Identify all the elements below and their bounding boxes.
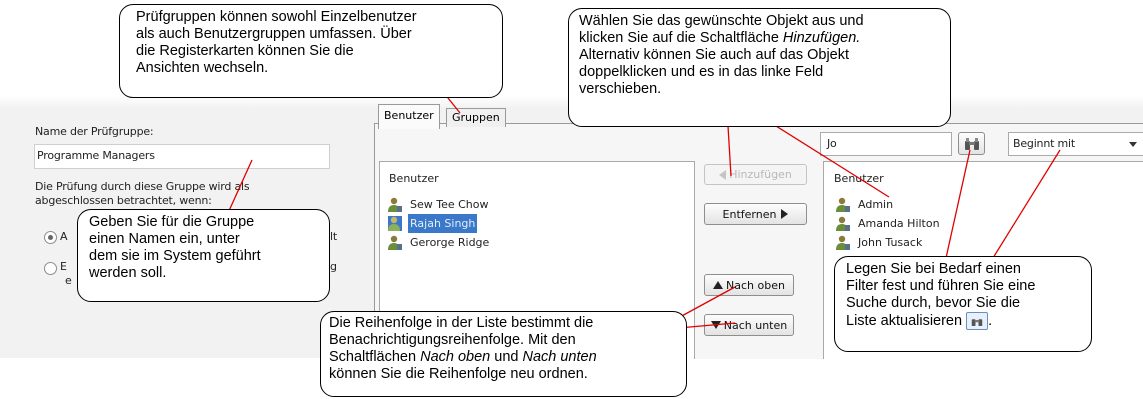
callout-select-object: Wählen Sie das gewünschte Objekt aus und… (568, 8, 951, 127)
callout-text: Die Reihenfolge in der Liste bestimmt di… (329, 315, 594, 331)
binoculars-icon (966, 312, 989, 330)
move-up-button[interactable]: Nach oben (704, 274, 794, 296)
callout-order: Die Reihenfolge in der Liste bestimmt di… (320, 311, 687, 397)
callout-text: als auch Benutzergruppen umfassen. Über (136, 26, 412, 42)
move-up-button-label: Nach oben (726, 278, 785, 292)
callout-group-name: Geben Sie für die Gruppe einen Namen ein… (77, 209, 330, 302)
callout-text: können Sie die Reihenfolge neu ordnen. (329, 366, 588, 382)
group-name-field[interactable]: Programme Managers (34, 144, 330, 169)
group-members-header: Benutzer (389, 172, 439, 185)
tab-gruppen[interactable]: Gruppen (446, 108, 506, 127)
group-name-value: Programme Managers (37, 149, 155, 162)
user-icon (388, 216, 402, 231)
add-button-label: Hinzufügen (729, 168, 792, 181)
callout-text-italic: Hinzufügen. (782, 30, 861, 46)
radio-any-label-line2-fragment: e (65, 274, 72, 287)
radio-all-label-fragment: A (60, 230, 68, 243)
callout-text: einen Namen ein, unter (89, 231, 240, 247)
add-button[interactable]: Hinzufügen (704, 164, 807, 185)
radio-any-label-fragment: E (60, 260, 67, 273)
callout-text: Filter fest und führen Sie eine (846, 278, 1036, 294)
callout-text: und (490, 349, 523, 365)
user-icon (836, 197, 850, 212)
radio-any-label-end: g (330, 260, 337, 273)
user-icon (836, 235, 850, 250)
callout-text: Schaltflächen (329, 349, 421, 365)
callout-text: Geben Sie für die Gruppe (89, 214, 255, 230)
binoculars-icon (964, 137, 979, 150)
arrow-up-icon (713, 281, 724, 289)
move-down-button[interactable]: Nach unten (704, 314, 794, 336)
search-button[interactable] (958, 132, 985, 155)
callout-filter: Legen Sie bei Bedarf einen Filter fest u… (834, 256, 1092, 352)
group-name-label: Name der Prüfgruppe: (35, 125, 154, 138)
callout-text: Legen Sie bei Bedarf einen (846, 261, 1021, 277)
filter-dropdown-value: Beginnt mit (1013, 137, 1075, 150)
user-name: Admin (858, 198, 894, 211)
callout-text: . (988, 312, 993, 329)
arrow-down-icon (710, 321, 721, 329)
user-icon (388, 197, 402, 212)
user-icon (388, 235, 402, 250)
callout-text: Ansichten wechseln. (136, 60, 269, 76)
completion-label-line2: abgeschlossen betrachtet, wenn: (35, 194, 212, 207)
search-input[interactable]: Jo (820, 132, 952, 156)
callout-text-italic: Nach oben (420, 349, 491, 365)
user-name: John Tusack (858, 236, 923, 249)
user-icon (836, 216, 850, 231)
search-input-value: Jo (827, 137, 837, 150)
callout-text: Prüfgruppen können sowohl Einzelbenutzer (136, 9, 417, 25)
user-name: Amanda Hilton (858, 217, 940, 230)
arrow-right-icon (781, 209, 789, 219)
callout-text: doppelklicken und es in das linke Feld (579, 64, 824, 80)
chevron-down-icon (1129, 142, 1137, 147)
callout-text: Alternativ können Sie auch auf das Objek… (579, 47, 850, 63)
completion-radio-any[interactable] (44, 262, 57, 275)
callout-text: klicken Sie auf die Schaltfläche (579, 30, 783, 46)
completion-radio-all[interactable] (44, 231, 57, 244)
radio-all-label-end: lt (330, 230, 337, 243)
user-name: Sew Tee Chow (410, 198, 489, 211)
tab-benutzer[interactable]: Benutzer (378, 104, 440, 129)
user-name: Rajah Singh (408, 214, 478, 233)
available-users-header: Benutzer (834, 172, 884, 185)
callout-text: Liste aktualisieren (846, 312, 963, 329)
move-down-button-label: Nach unten (723, 318, 788, 332)
callout-tabs: Prüfgruppen können sowohl Einzelbenutzer… (119, 4, 503, 98)
callout-text: die Registerkarten können Sie die (136, 43, 354, 59)
arrow-left-icon (719, 169, 727, 180)
remove-button[interactable]: Entfernen (704, 203, 807, 225)
callout-text: verschieben. (579, 81, 662, 97)
callout-text-italic: Nach unten (522, 349, 597, 365)
callout-text: Suche durch, bevor Sie die (846, 295, 1021, 311)
callout-text: Wählen Sie das gewünschte Objekt aus und (579, 13, 864, 29)
callout-text: dem sie im System geführt (89, 248, 261, 264)
completion-label-line1: Die Prüfung durch diese Gruppe wird als (35, 180, 250, 193)
user-name: Gerorge Ridge (410, 236, 490, 249)
remove-button-label: Entfernen (722, 207, 777, 221)
callout-text: werden soll. (89, 265, 167, 281)
callout-text: Benachrichtigungsreihenfolge. Mit den (329, 332, 576, 348)
filter-dropdown[interactable]: Beginnt mit (1008, 132, 1143, 156)
